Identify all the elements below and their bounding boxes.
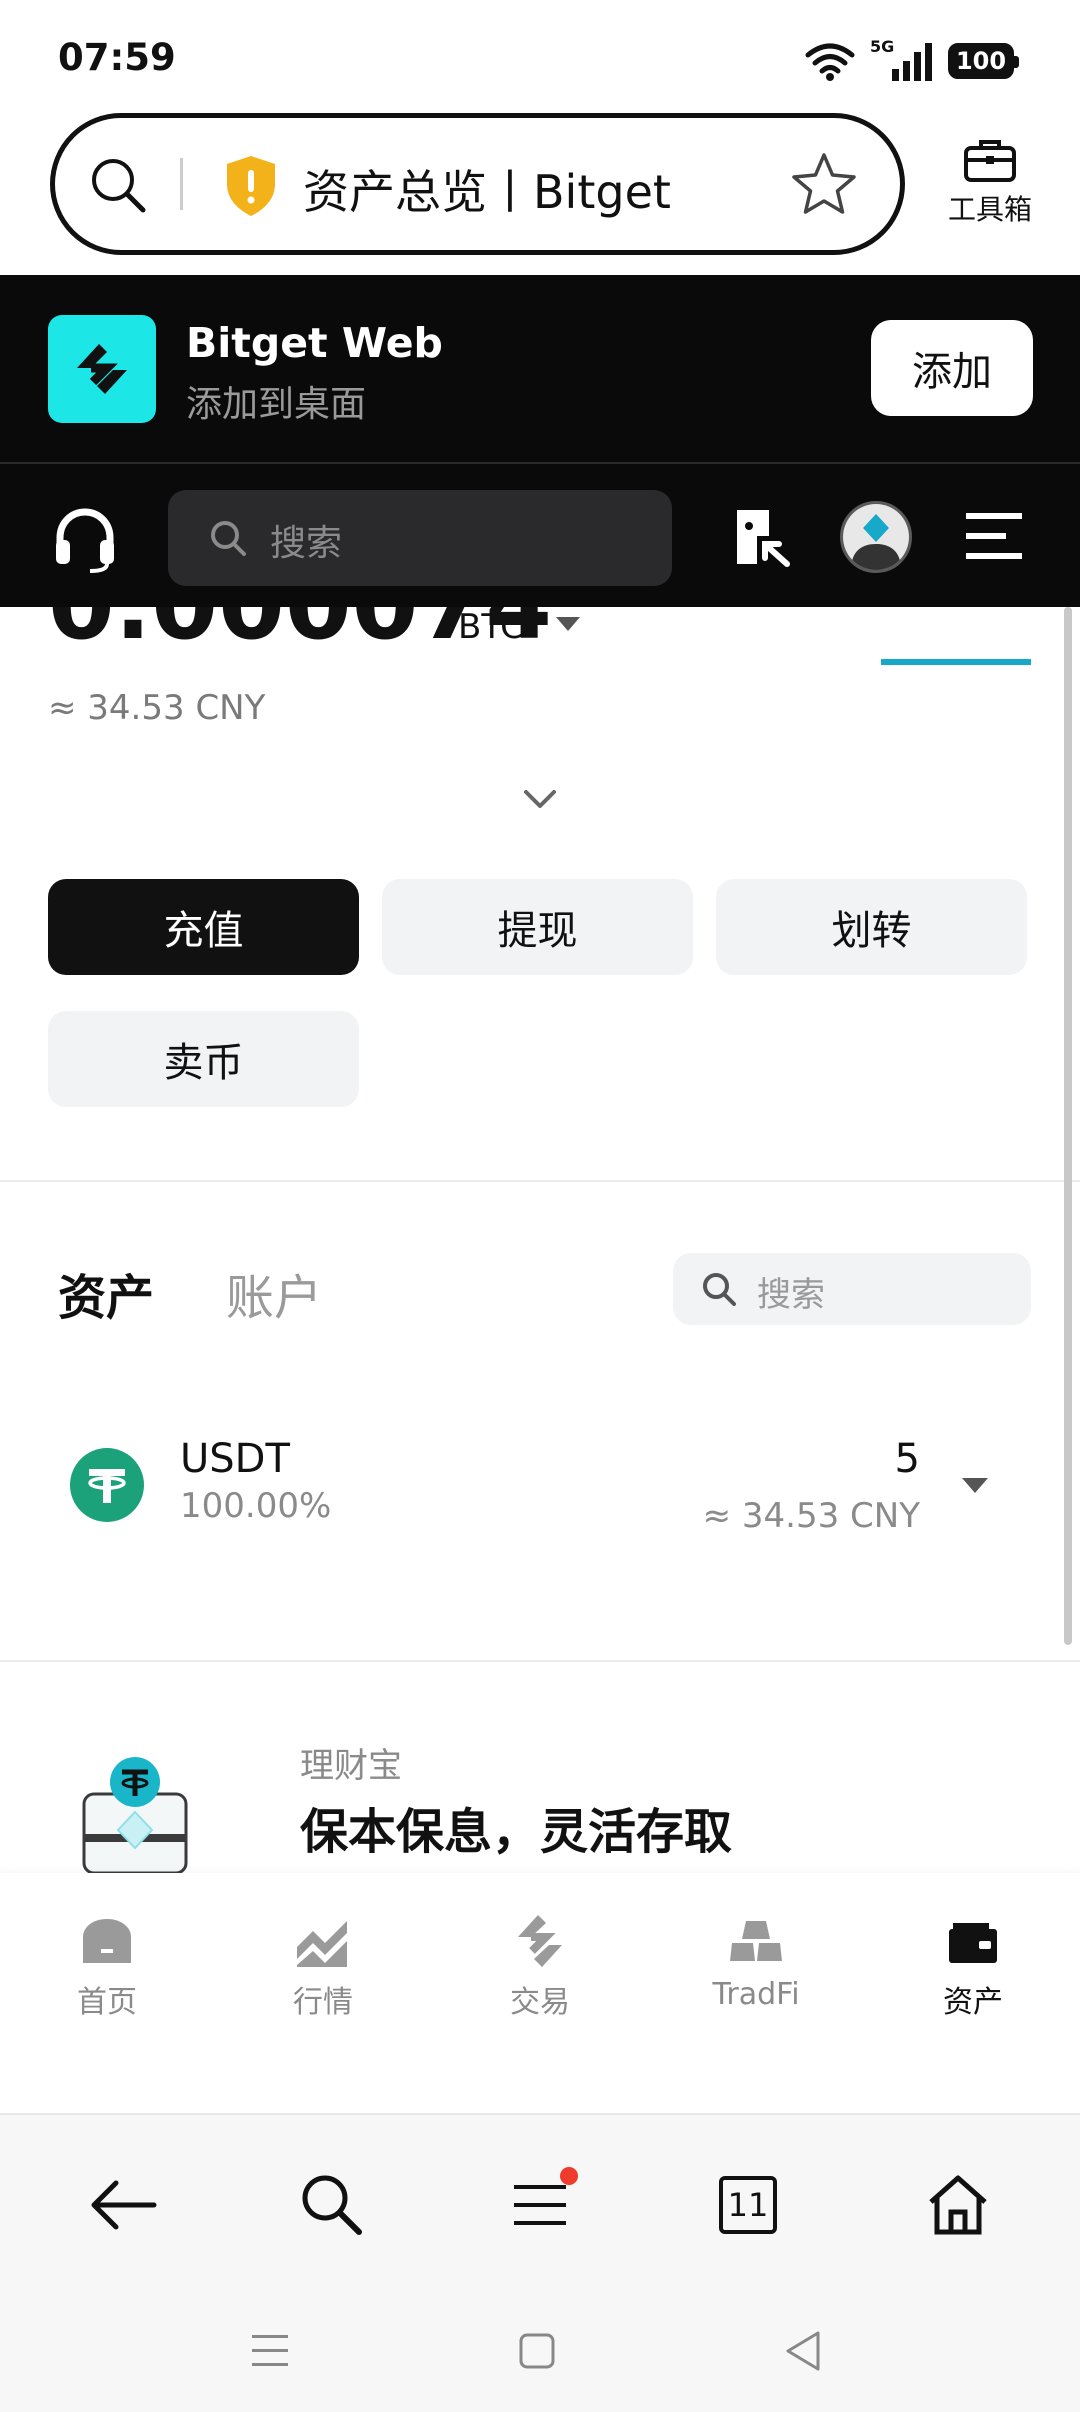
menu-icon: [514, 2185, 566, 2225]
coin-share: 100.00%: [180, 1486, 332, 1526]
site-search-input[interactable]: 搜索: [168, 490, 672, 586]
search-placeholder: 搜索: [757, 1275, 825, 1315]
banner-title: Bitget Web: [186, 319, 443, 367]
browser-toolbar: 11: [0, 2113, 1080, 2283]
star-icon[interactable]: [790, 150, 858, 218]
browser-menu-button[interactable]: [500, 2165, 580, 2245]
headset-icon[interactable]: [50, 504, 120, 574]
exchange-icon: [518, 1915, 562, 1967]
back-button[interactable]: [83, 2165, 163, 2245]
deposit-button[interactable]: 充值: [48, 879, 359, 975]
site-header: 搜索: [0, 462, 1080, 607]
expand-row-icon[interactable]: [962, 1478, 988, 1493]
balance-unit[interactable]: BTC: [458, 607, 524, 647]
wallet-icon: [949, 1923, 997, 1963]
tab-accounts[interactable]: 账户: [226, 1258, 322, 1328]
status-icons: 5G 100: [804, 37, 1019, 84]
status-bar: 07:59 5G 100: [0, 0, 1080, 110]
home-icon: [929, 2175, 987, 2235]
url-divider: [180, 158, 183, 210]
page-title[interactable]: 资产总览丨Bitget: [303, 156, 671, 222]
scrollbar[interactable]: [1064, 607, 1072, 1645]
nav-home[interactable]: 首页: [17, 1913, 197, 2021]
site-bottom-nav: 首页 行情 交易 TradFi 资产: [0, 1873, 1080, 2113]
promo-title[interactable]: 保本保息，灵活存取: [300, 1792, 732, 1862]
home-icon: [83, 1919, 131, 1963]
browser-url-row: 资产总览丨Bitget 工具箱: [0, 110, 1080, 275]
section-divider: [0, 1180, 1080, 1182]
nav-tradfi[interactable]: TradFi: [666, 1913, 846, 2012]
unit-dropdown-icon[interactable]: [556, 617, 580, 631]
search-icon: [703, 1273, 736, 1306]
nav-assets[interactable]: 资产: [883, 1913, 1063, 2021]
promo-subtitle: 理财宝: [300, 1746, 402, 1786]
coin-name: USDT: [180, 1436, 290, 1482]
address-bar[interactable]: 资产总览丨Bitget: [50, 113, 905, 255]
gold-bars-icon: [730, 1921, 782, 1961]
tabs-icon: 11: [719, 2176, 777, 2234]
nav-label: 资产: [943, 1985, 1003, 2020]
add-to-desktop-button[interactable]: 添加: [871, 320, 1033, 416]
asset-search-input[interactable]: 搜索: [673, 1253, 1031, 1325]
search-icon[interactable]: [85, 152, 151, 218]
signal-icon: 5G: [870, 37, 934, 83]
nav-label: 首页: [77, 1985, 137, 2020]
avatar[interactable]: [840, 501, 912, 573]
nav-trade[interactable]: 交易: [450, 1913, 630, 2021]
toolbox-button[interactable]: 工具箱: [940, 136, 1040, 228]
usdt-logo-icon: [70, 1448, 144, 1522]
menu-icon[interactable]: [966, 511, 1022, 561]
search-placeholder: 搜索: [270, 523, 343, 564]
browser-home-button[interactable]: [918, 2165, 998, 2245]
back-nav-icon[interactable]: [774, 2321, 834, 2381]
tab-indicator: [881, 659, 1031, 665]
home-nav-icon[interactable]: [507, 2321, 567, 2381]
tab-assets[interactable]: 资产: [58, 1258, 154, 1328]
nav-label: 行情: [293, 1985, 353, 2020]
toolbox-label: 工具箱: [947, 193, 1032, 226]
tabs-button[interactable]: 11: [708, 2165, 788, 2245]
shield-icon[interactable]: [223, 154, 279, 218]
savings-illustration-icon: [82, 1757, 188, 1873]
search-icon: [302, 2175, 362, 2235]
toolbox-icon: [964, 140, 1016, 182]
wifi-icon: [805, 43, 855, 81]
nav-markets[interactable]: 行情: [233, 1913, 413, 2021]
status-time: 07:59: [58, 36, 176, 79]
bitget-logo-icon: [48, 315, 156, 423]
chevron-down-icon[interactable]: [522, 788, 558, 810]
login-icon[interactable]: [733, 506, 793, 568]
search-icon: [211, 521, 246, 556]
banner-subtitle: 添加到桌面: [186, 384, 367, 425]
add-to-desktop-banner: Bitget Web 添加到桌面 添加: [0, 275, 1080, 462]
balance-cny: ≈ 34.53 CNY: [48, 688, 266, 728]
nav-label: TradFi: [712, 1977, 800, 2012]
notification-dot: [560, 2167, 578, 2185]
transfer-button[interactable]: 划转: [716, 879, 1027, 975]
recent-apps-icon[interactable]: [240, 2321, 300, 2381]
back-icon: [91, 2180, 157, 2230]
balance-row: 0.000074 BTC: [48, 607, 748, 647]
chart-icon: [297, 1921, 347, 1967]
system-nav-bar: [0, 2283, 1080, 2412]
nav-label: 交易: [510, 1985, 570, 2020]
coin-cny-value: ≈ 34.53 CNY: [702, 1496, 920, 1536]
withdraw-button[interactable]: 提现: [382, 879, 693, 975]
section-divider: [0, 1660, 1080, 1662]
battery-icon: 100: [948, 43, 1019, 79]
browser-search-button[interactable]: [292, 2165, 372, 2245]
coin-amount: 5: [894, 1436, 920, 1482]
sell-button[interactable]: 卖币: [48, 1011, 359, 1107]
